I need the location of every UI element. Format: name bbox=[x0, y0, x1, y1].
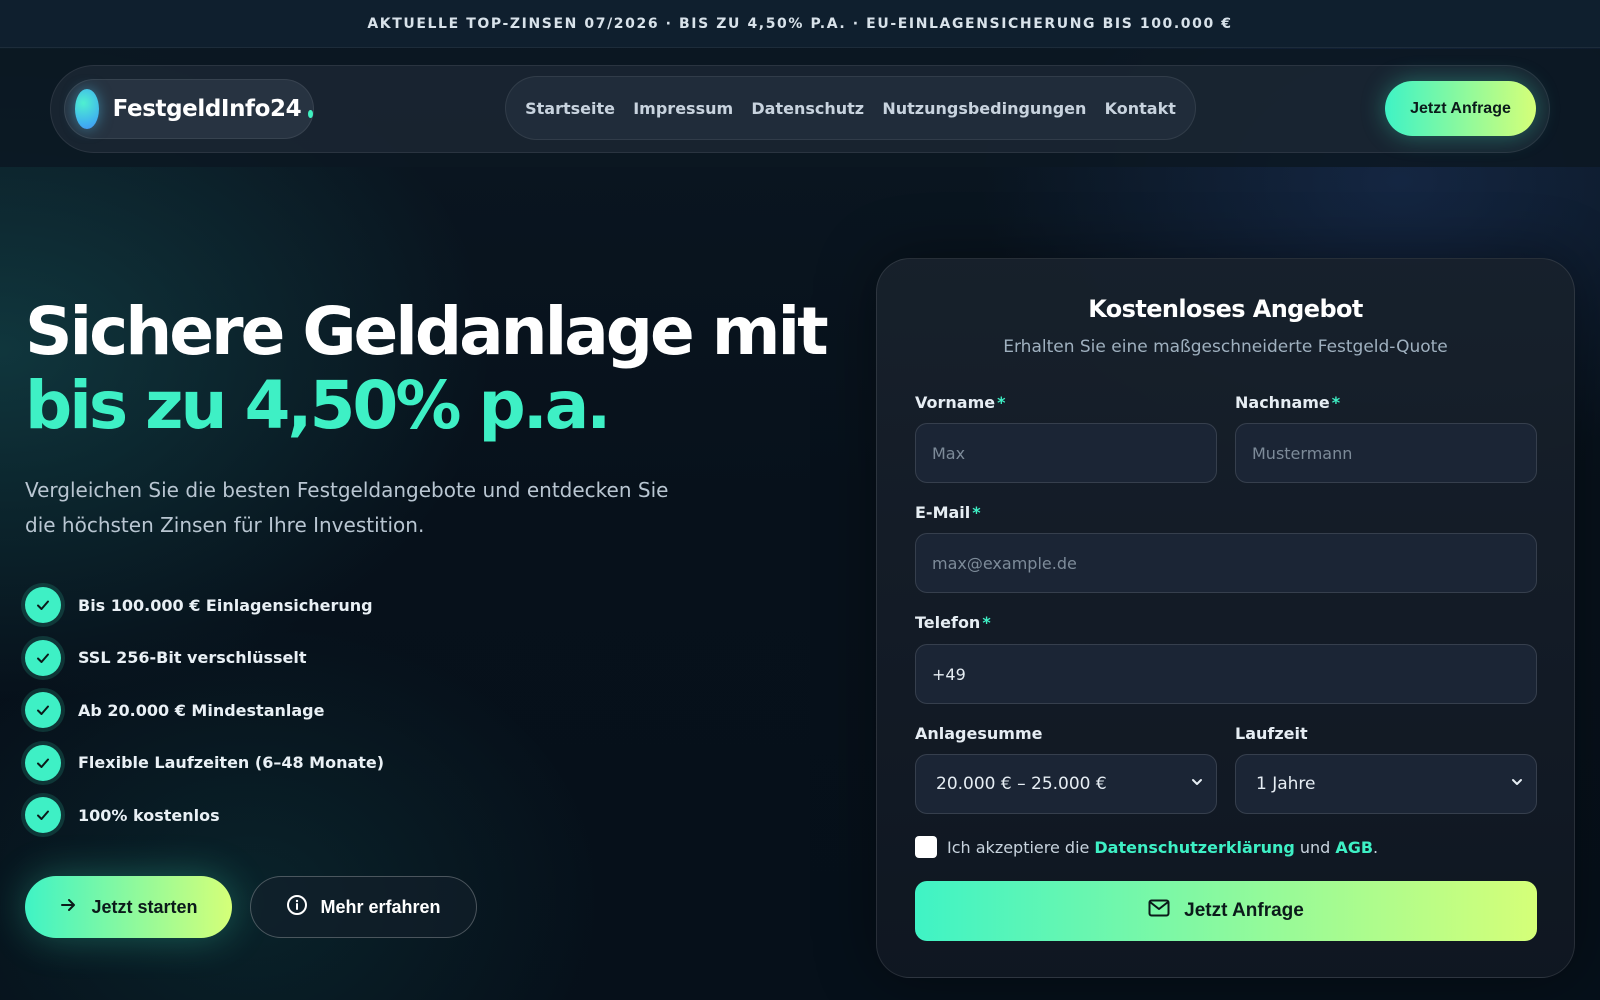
required-mark: * bbox=[982, 613, 991, 632]
feature-item: SSL 256-Bit verschlüsselt bbox=[25, 632, 826, 685]
consent-checkbox[interactable] bbox=[915, 836, 937, 858]
phone-input[interactable] bbox=[915, 644, 1537, 704]
check-icon bbox=[25, 692, 61, 729]
feature-item: Bis 100.000 € Einlagensicherung bbox=[25, 579, 826, 632]
phone-label-text: Telefon bbox=[915, 613, 981, 632]
consent-suffix: . bbox=[1373, 837, 1379, 857]
header-request-button[interactable]: Jetzt Anfrage bbox=[1385, 81, 1536, 136]
arrow-right-icon bbox=[59, 896, 77, 919]
nav-link-kontakt[interactable]: Kontakt bbox=[1105, 99, 1176, 118]
lastname-input[interactable] bbox=[1235, 423, 1537, 483]
phone-label: Telefon * bbox=[915, 613, 991, 632]
submit-label: Jetzt Anfrage bbox=[1184, 900, 1304, 921]
firstname-label: Vorname * bbox=[915, 393, 1005, 412]
announcement-text: AKTUELLE TOP-ZINSEN 07/2026 · BIS ZU 4,5… bbox=[367, 15, 1233, 32]
check-icon bbox=[25, 797, 61, 834]
hero-title-line1: Sichere Geldanlage mit bbox=[25, 293, 829, 370]
nav-link-nutzungsbedingungen[interactable]: Nutzungsbedingungen bbox=[882, 99, 1086, 118]
firstname-input[interactable] bbox=[915, 423, 1217, 483]
consent-prefix: Ich akzeptiere die bbox=[947, 837, 1090, 857]
feature-text: SSL 256-Bit verschlüsselt bbox=[78, 648, 307, 668]
email-input[interactable] bbox=[915, 533, 1537, 593]
term-label: Laufzeit bbox=[1235, 724, 1308, 743]
feature-item: Ab 20.000 € Mindestanlage bbox=[25, 684, 826, 737]
required-mark: * bbox=[997, 393, 1006, 412]
announcement-bar: AKTUELLE TOP-ZINSEN 07/2026 · BIS ZU 4,5… bbox=[0, 0, 1600, 48]
hero-title: Sichere Geldanlage mit bis zu 4,50% p.a. bbox=[25, 293, 829, 444]
chevron-down-icon bbox=[1510, 775, 1524, 793]
feature-list: Bis 100.000 € Einlagensicherung SSL 256-… bbox=[25, 579, 826, 842]
consent-joiner: und bbox=[1299, 837, 1331, 857]
hero-section: Sichere Geldanlage mit bis zu 4,50% p.a.… bbox=[25, 293, 829, 842]
feature-text: 100% kostenlos bbox=[78, 805, 220, 825]
chevron-down-icon bbox=[1190, 775, 1204, 793]
amount-label: Anlagesumme bbox=[915, 724, 1043, 743]
amount-select[interactable]: 20.000 € – 25.000 € bbox=[915, 754, 1217, 814]
consent-row: Ich akzeptiere die Datenschutzerklärung … bbox=[915, 836, 1378, 858]
feature-text: Bis 100.000 € Einlagensicherung bbox=[78, 595, 373, 615]
mail-icon bbox=[1148, 899, 1170, 923]
learn-more-button[interactable]: Mehr erfahren bbox=[250, 876, 477, 938]
hero-lead: Vergleichen Sie die besten Festgeldangeb… bbox=[25, 478, 669, 537]
check-icon bbox=[25, 587, 61, 624]
feature-text: Ab 20.000 € Mindestanlage bbox=[78, 700, 325, 720]
required-mark: * bbox=[972, 503, 981, 522]
learn-more-label: Mehr erfahren bbox=[320, 896, 441, 917]
term-selected-value: 1 Jahre bbox=[1256, 774, 1316, 794]
nav-links: Startseite Impressum Datenschutz Nutzung… bbox=[505, 76, 1196, 140]
nav-link-impressum[interactable]: Impressum bbox=[633, 99, 733, 118]
feature-item: Flexible Laufzeiten (6–48 Monate) bbox=[25, 737, 826, 790]
privacy-policy-link[interactable]: Datenschutzerklärung bbox=[1094, 838, 1295, 857]
firstname-label-text: Vorname bbox=[915, 393, 996, 412]
submit-request-button[interactable]: Jetzt Anfrage bbox=[915, 881, 1537, 941]
brand-name: FestgeldInfo24 bbox=[112, 96, 302, 122]
hero-buttons: Jetzt starten Mehr erfahren bbox=[25, 876, 477, 938]
required-mark: * bbox=[1331, 393, 1341, 412]
logo-dot-icon bbox=[308, 110, 313, 118]
brand-logo[interactable]: FestgeldInfo24 bbox=[64, 79, 314, 139]
feature-item: 100% kostenlos bbox=[25, 789, 826, 842]
terms-link[interactable]: AGB bbox=[1335, 838, 1373, 857]
amount-selected-value: 20.000 € – 25.000 € bbox=[936, 774, 1107, 794]
email-label-text: E-Mail bbox=[915, 503, 971, 522]
logo-orb-icon bbox=[75, 89, 99, 129]
nav-link-startseite[interactable]: Startseite bbox=[525, 99, 615, 118]
form-title: Kostenloses Angebot bbox=[1088, 295, 1363, 323]
form-subtitle: Erhalten Sie eine maßgeschneiderte Festg… bbox=[1003, 337, 1448, 357]
email-label: E-Mail * bbox=[915, 503, 981, 522]
lastname-label: Nachname * bbox=[1235, 393, 1340, 412]
nav-link-datenschutz[interactable]: Datenschutz bbox=[751, 99, 864, 118]
term-select[interactable]: 1 Jahre bbox=[1235, 754, 1537, 814]
info-icon bbox=[286, 894, 308, 921]
check-icon bbox=[25, 639, 61, 676]
hero-title-line2: bis zu 4,50% p.a. bbox=[25, 367, 611, 444]
feature-text: Flexible Laufzeiten (6–48 Monate) bbox=[78, 753, 385, 773]
start-button-label: Jetzt starten bbox=[91, 896, 198, 917]
start-button[interactable]: Jetzt starten bbox=[25, 876, 232, 938]
check-icon bbox=[25, 744, 61, 781]
quote-form-card: Kostenloses Angebot Erhalten Sie eine ma… bbox=[876, 258, 1575, 978]
lastname-label-text: Nachname bbox=[1235, 393, 1330, 412]
